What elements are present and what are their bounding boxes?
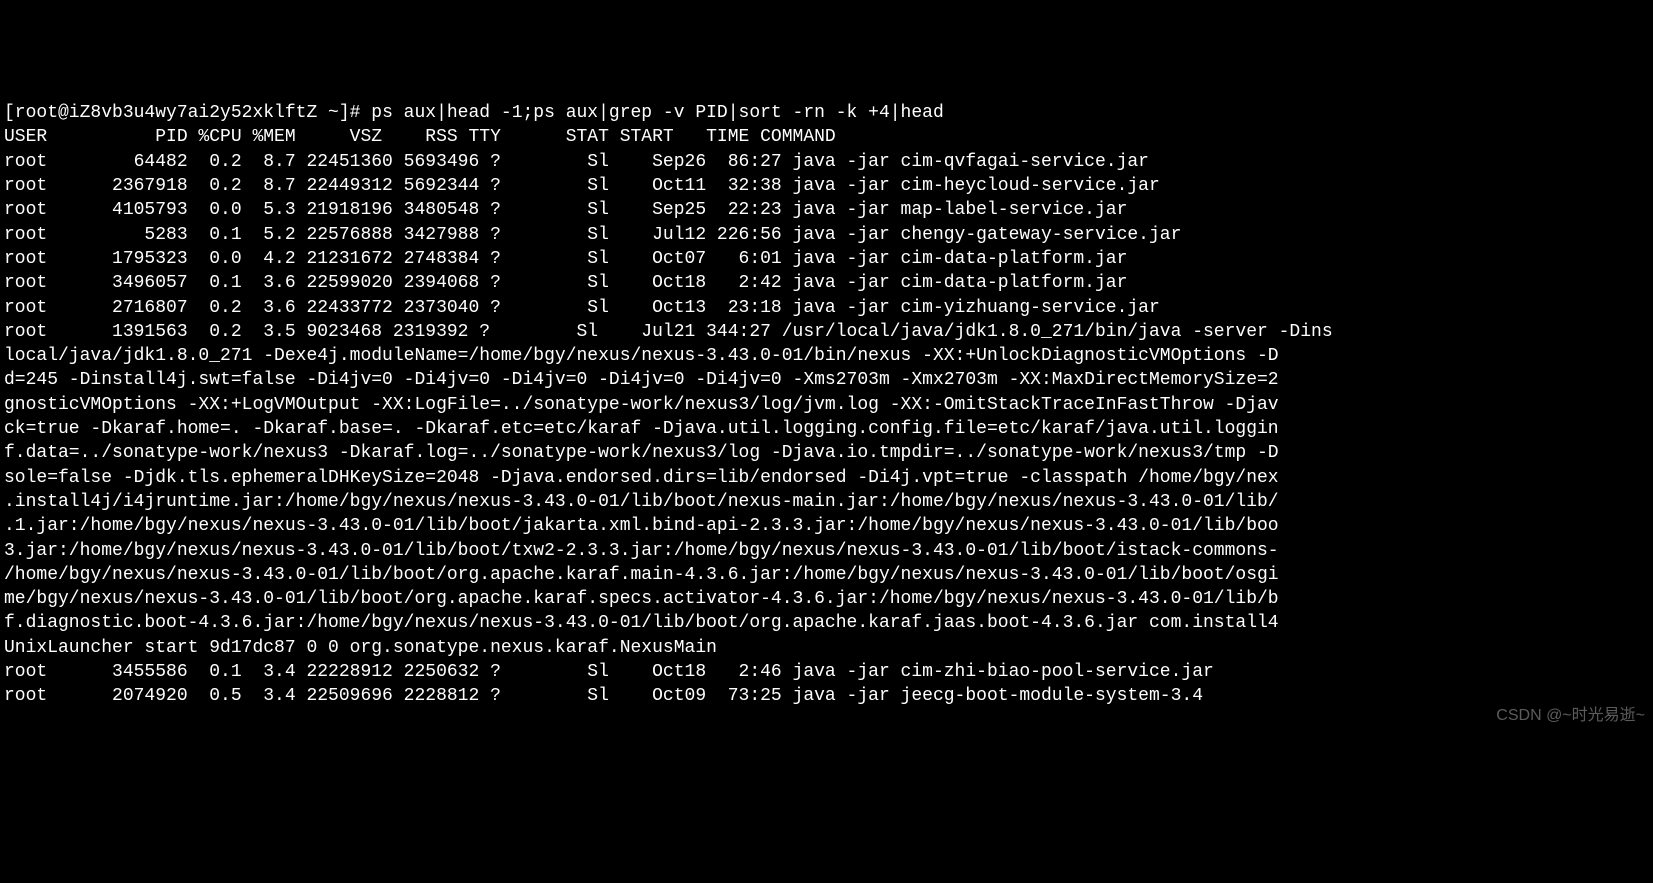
shell-prompt-line: [root@iZ8vb3u4wy7ai2y52xklftZ ~]# ps aux… [4, 101, 1649, 125]
shell-command: ps aux|head -1;ps aux|grep -v PID|sort -… [371, 103, 944, 123]
ps-long-row: root 1391563 0.2 3.5 9023468 2319392 ? S… [4, 322, 1333, 658]
ps-rows: root 64482 0.2 8.7 22451360 5693496 ? Sl… [4, 152, 1181, 318]
watermark: CSDN @~时光易逝~ [1496, 705, 1645, 727]
ps-header: USER PID %CPU %MEM VSZ RSS TTY STAT STAR… [4, 127, 836, 147]
terminal-output[interactable]: [root@iZ8vb3u4wy7ai2y52xklftZ ~]# ps aux… [0, 97, 1653, 712]
shell-prompt: [root@iZ8vb3u4wy7ai2y52xklftZ ~]# [4, 103, 371, 123]
ps-tail-rows: root 3455586 0.1 3.4 22228912 2250632 ? … [4, 662, 1214, 706]
